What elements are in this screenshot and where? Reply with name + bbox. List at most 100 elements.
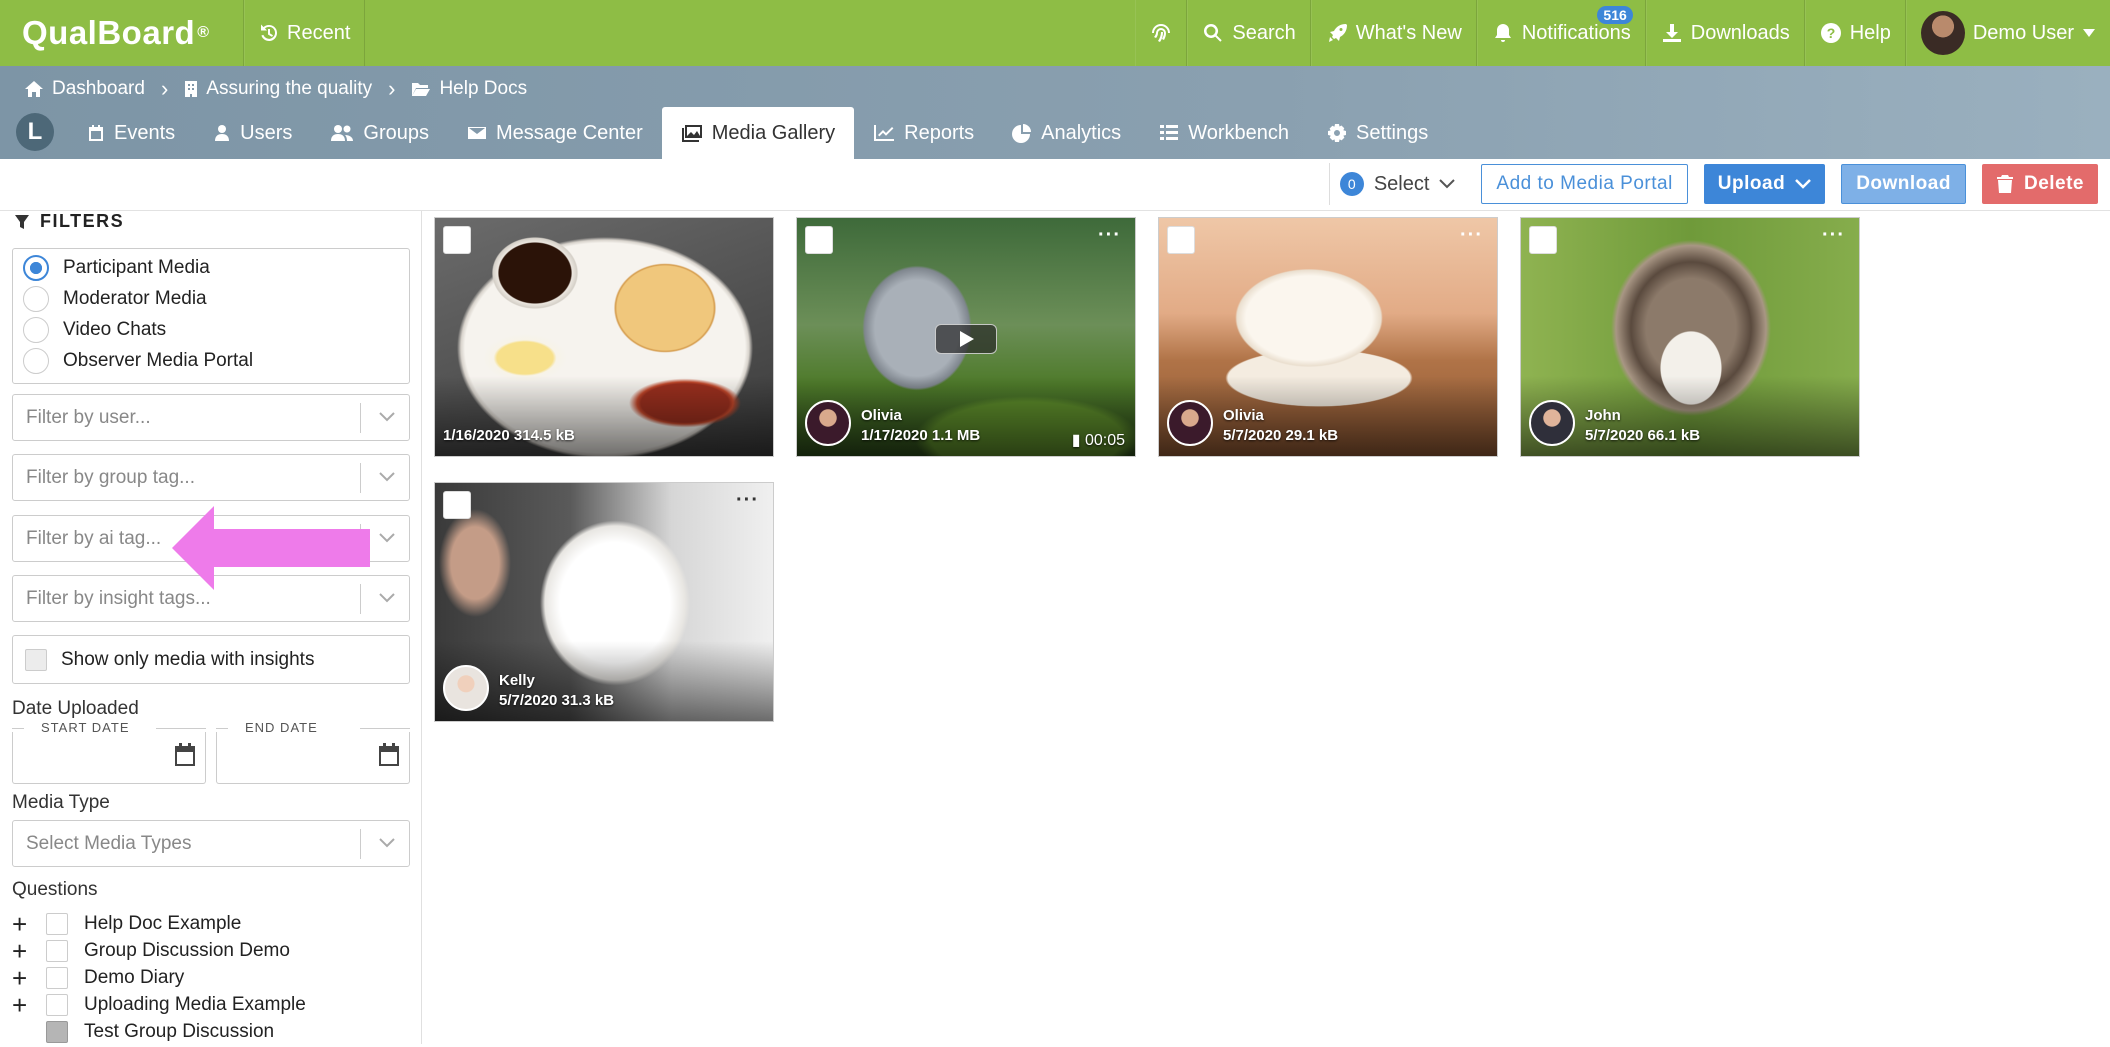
calendar-icon[interactable]	[173, 742, 197, 768]
media-type-select[interactable]: Select Media Types	[12, 820, 410, 867]
radio-label: Observer Media Portal	[63, 350, 254, 371]
radio-video-chats[interactable]: Video Chats	[23, 317, 166, 343]
downloads-button[interactable]: Downloads	[1645, 0, 1805, 66]
radio-button[interactable]	[23, 317, 49, 343]
question-label: Test Group Discussion	[84, 1021, 275, 1042]
download-button[interactable]: Download	[1841, 164, 1966, 204]
tile-checkbox[interactable]	[443, 491, 471, 519]
play-icon[interactable]	[935, 324, 997, 354]
expand-icon[interactable]: +	[12, 965, 30, 991]
tab-events[interactable]: Events	[68, 107, 194, 159]
app-logo[interactable]: QualBoard ®	[0, 0, 244, 66]
expand-icon[interactable]: +	[12, 911, 30, 937]
question-label: Help Doc Example	[84, 913, 242, 934]
breadcrumb-dashboard[interactable]: Dashboard	[24, 78, 145, 100]
media-tile[interactable]: ··· Kelly 5/7/2020 31.3 kB	[434, 482, 774, 722]
tile-checkbox[interactable]	[443, 226, 471, 254]
filter-by-group-tag-select[interactable]: Filter by group tag...	[12, 454, 410, 501]
chevron-down-icon	[379, 412, 395, 422]
tab-label: Analytics	[1041, 121, 1122, 144]
tab-label: Media Gallery	[711, 121, 836, 144]
checkbox[interactable]	[46, 1021, 68, 1043]
radio-button[interactable]	[23, 255, 49, 281]
select-dropdown[interactable]: 0 Select	[1328, 163, 1466, 205]
fingerprint-button[interactable]	[1135, 0, 1188, 66]
media-meta: Olivia 5/7/2020 29.1 kB	[1167, 400, 1338, 446]
tab-label: Workbench	[1188, 121, 1289, 144]
tile-checkbox[interactable]	[1529, 226, 1557, 254]
tab-groups[interactable]: Groups	[311, 107, 448, 159]
more-options-icon[interactable]: ···	[1098, 224, 1121, 247]
radio-button[interactable]	[23, 286, 49, 312]
checkbox[interactable]	[46, 967, 68, 989]
calendar-icon[interactable]	[377, 742, 401, 768]
checkbox[interactable]	[46, 940, 68, 962]
filter-by-user-select[interactable]: Filter by user...	[12, 394, 410, 441]
tab-label: Settings	[1355, 121, 1429, 144]
radio-participant-media[interactable]: Participant Media	[23, 255, 210, 281]
breadcrumb-label: Help Docs	[439, 78, 528, 99]
media-meta: 1/16/2020 314.5 kB	[443, 426, 575, 446]
breadcrumb-folder[interactable]: Help Docs	[411, 78, 527, 100]
tab-message-center[interactable]: Message Center	[448, 107, 662, 159]
download-icon	[1662, 24, 1681, 42]
user-menu[interactable]: Demo User	[1905, 0, 2110, 66]
help-button[interactable]: ? Help	[1804, 0, 1906, 66]
collapse-nav-button[interactable]: L	[16, 113, 54, 151]
question-item[interactable]: +Test Group Discussion	[12, 1019, 274, 1045]
radio-moderator-media[interactable]: Moderator Media	[23, 286, 207, 312]
top-bar: QualBoard ® Recent Search What's New Noti…	[0, 0, 2110, 66]
whats-new-button[interactable]: What's New	[1310, 0, 1477, 66]
question-circle-icon: ?	[1820, 23, 1841, 43]
more-options-icon[interactable]: ···	[1460, 224, 1483, 247]
media-user: Olivia	[1223, 407, 1264, 424]
expand-icon[interactable]: +	[12, 992, 30, 1018]
tile-checkbox[interactable]	[1167, 226, 1195, 254]
tab-reports[interactable]: Reports	[854, 107, 993, 159]
media-tile[interactable]: ··· Olivia 5/7/2020 29.1 kB	[1158, 217, 1498, 457]
tab-users[interactable]: Users	[194, 107, 311, 159]
add-to-media-portal-button[interactable]: Add to Media Portal	[1481, 164, 1688, 204]
start-date-input[interactable]: START DATE	[12, 720, 206, 784]
end-date-input[interactable]: END DATE	[216, 720, 410, 784]
recent-label: Recent	[287, 21, 351, 44]
media-tile[interactable]: ··· John 5/7/2020 66.1 kB	[1520, 217, 1860, 457]
chevron-down-icon	[379, 838, 395, 848]
more-options-icon[interactable]: ···	[736, 489, 759, 512]
checkbox[interactable]	[25, 648, 47, 671]
insights-only-toggle[interactable]: Show only media with insights	[12, 635, 410, 684]
question-item[interactable]: + Group Discussion Demo	[12, 938, 290, 964]
checkbox[interactable]	[46, 913, 68, 935]
history-icon	[261, 24, 277, 41]
tab-label: Reports	[904, 121, 975, 144]
more-options-icon[interactable]: ···	[1822, 224, 1845, 247]
media-tile[interactable]: ··· Olivia 1/17/2020 1.1 MB ▮ 00:05	[796, 217, 1136, 457]
avatar	[443, 665, 489, 711]
upload-button[interactable]: Upload	[1703, 164, 1826, 204]
tab-media-gallery[interactable]: Media Gallery	[661, 107, 855, 159]
placeholder: Filter by insight tags...	[26, 588, 211, 609]
question-item[interactable]: + Demo Diary	[12, 965, 184, 991]
question-label: Demo Diary	[84, 967, 185, 988]
breadcrumb-project[interactable]: Assuring the quality	[184, 78, 372, 100]
logo-text: QualBoard	[22, 14, 196, 51]
checkbox[interactable]	[46, 994, 68, 1016]
fingerprint-icon	[1152, 24, 1171, 42]
radio-button[interactable]	[23, 348, 49, 374]
download-label: Download	[1856, 173, 1951, 194]
expand-icon[interactable]: +	[12, 938, 30, 964]
radio-observer-media-portal[interactable]: Observer Media Portal	[23, 348, 253, 374]
question-item[interactable]: + Help Doc Example	[12, 911, 241, 937]
tab-workbench[interactable]: Workbench	[1140, 107, 1308, 159]
delete-button[interactable]: Delete	[1981, 164, 2098, 204]
media-user: Kelly	[499, 672, 535, 689]
tab-settings[interactable]: Settings	[1308, 107, 1447, 159]
question-item[interactable]: + Uploading Media Example	[12, 992, 306, 1018]
media-tile[interactable]: 1/16/2020 314.5 kB	[434, 217, 774, 457]
tab-analytics[interactable]: Analytics	[993, 107, 1140, 159]
notifications-button[interactable]: Notifications 516	[1476, 0, 1646, 66]
recent-button[interactable]: Recent	[244, 0, 366, 66]
search-button[interactable]: Search	[1187, 0, 1311, 66]
tile-checkbox[interactable]	[805, 226, 833, 254]
sub-header: Dashboard › Assuring the quality › Help …	[0, 66, 2110, 159]
